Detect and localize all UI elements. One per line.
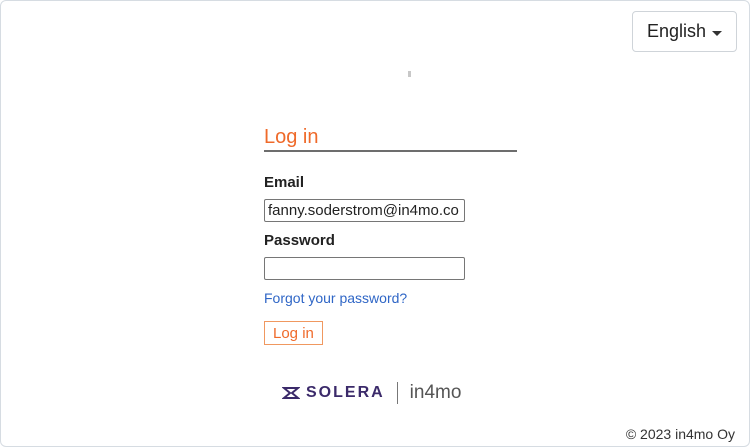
email-input[interactable] xyxy=(264,199,465,222)
password-input[interactable] xyxy=(264,257,465,280)
brand-logos: SOLERA in4mo xyxy=(282,381,461,405)
login-title: Log in xyxy=(264,125,517,152)
language-label: English xyxy=(646,21,707,41)
in4mo-logo: in4mo xyxy=(409,382,462,403)
caret-down-icon xyxy=(712,30,723,36)
forgot-password-link[interactable]: Forgot your password? xyxy=(264,290,517,306)
email-label: Email xyxy=(264,174,305,191)
login-button[interactable]: Log in xyxy=(264,321,323,345)
login-form: Log in Email Password Forgot your passwo… xyxy=(264,125,517,345)
loading-indicator xyxy=(408,71,411,77)
footer-copyright: © 2023 in4mo Oy xyxy=(625,426,735,442)
solera-mark-icon xyxy=(282,387,300,399)
logo-divider xyxy=(396,382,398,404)
solera-logo: SOLERA xyxy=(282,384,385,402)
language-dropdown[interactable]: English xyxy=(632,11,737,52)
login-page: English Log in Email Password Forgot you… xyxy=(0,0,750,447)
solera-text: SOLERA xyxy=(306,384,385,401)
password-label: Password xyxy=(264,232,335,249)
